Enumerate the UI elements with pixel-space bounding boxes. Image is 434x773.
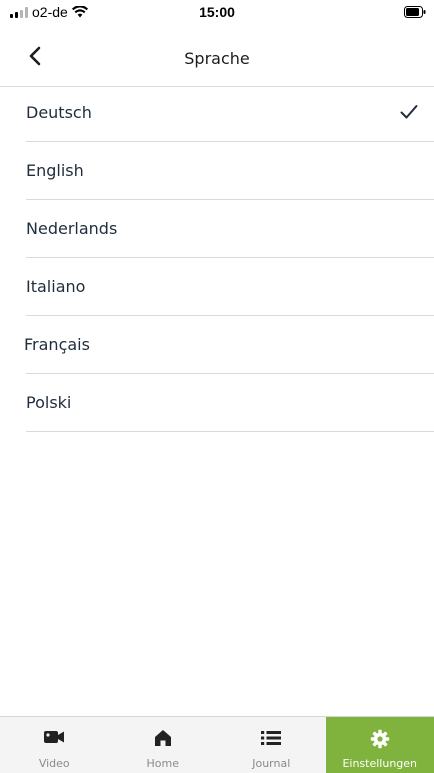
language-list: Deutsch English Nederlands Italiano Fran… <box>0 84 434 432</box>
language-label: Français <box>24 335 90 354</box>
tab-label: Journal <box>217 757 326 770</box>
video-camera-icon <box>43 729 65 745</box>
language-label: Nederlands <box>26 219 117 238</box>
status-bar: o2-de 15:00 <box>0 0 434 26</box>
language-option-francais[interactable]: Français <box>26 316 434 374</box>
navigation-bar: Sprache <box>0 30 434 87</box>
tab-label: Einstellungen <box>326 757 434 770</box>
home-icon <box>154 729 172 747</box>
tab-label: Home <box>109 757 218 770</box>
language-option-nederlands[interactable]: Nederlands <box>26 200 434 258</box>
tab-video[interactable]: Video <box>0 717 109 773</box>
language-label: Italiano <box>26 277 85 296</box>
battery-icon <box>404 6 426 18</box>
language-label: Polski <box>26 393 71 412</box>
tab-bar: Video Home Journal <box>0 716 434 773</box>
language-option-italiano[interactable]: Italiano <box>26 258 434 316</box>
list-icon <box>260 729 282 747</box>
language-option-deutsch[interactable]: Deutsch <box>26 84 434 142</box>
tab-home[interactable]: Home <box>109 717 218 773</box>
page-title: Sprache <box>0 49 434 68</box>
language-label: Deutsch <box>26 103 92 122</box>
language-label: English <box>26 161 84 180</box>
language-option-english[interactable]: English <box>26 142 434 200</box>
tab-einstellungen[interactable]: Einstellungen <box>326 717 434 773</box>
checkmark-icon <box>400 104 418 120</box>
tab-journal[interactable]: Journal <box>217 717 326 773</box>
tab-label: Video <box>0 757 109 770</box>
status-time: 15:00 <box>0 4 434 20</box>
language-option-polski[interactable]: Polski <box>26 374 434 432</box>
gear-icon <box>370 729 390 749</box>
